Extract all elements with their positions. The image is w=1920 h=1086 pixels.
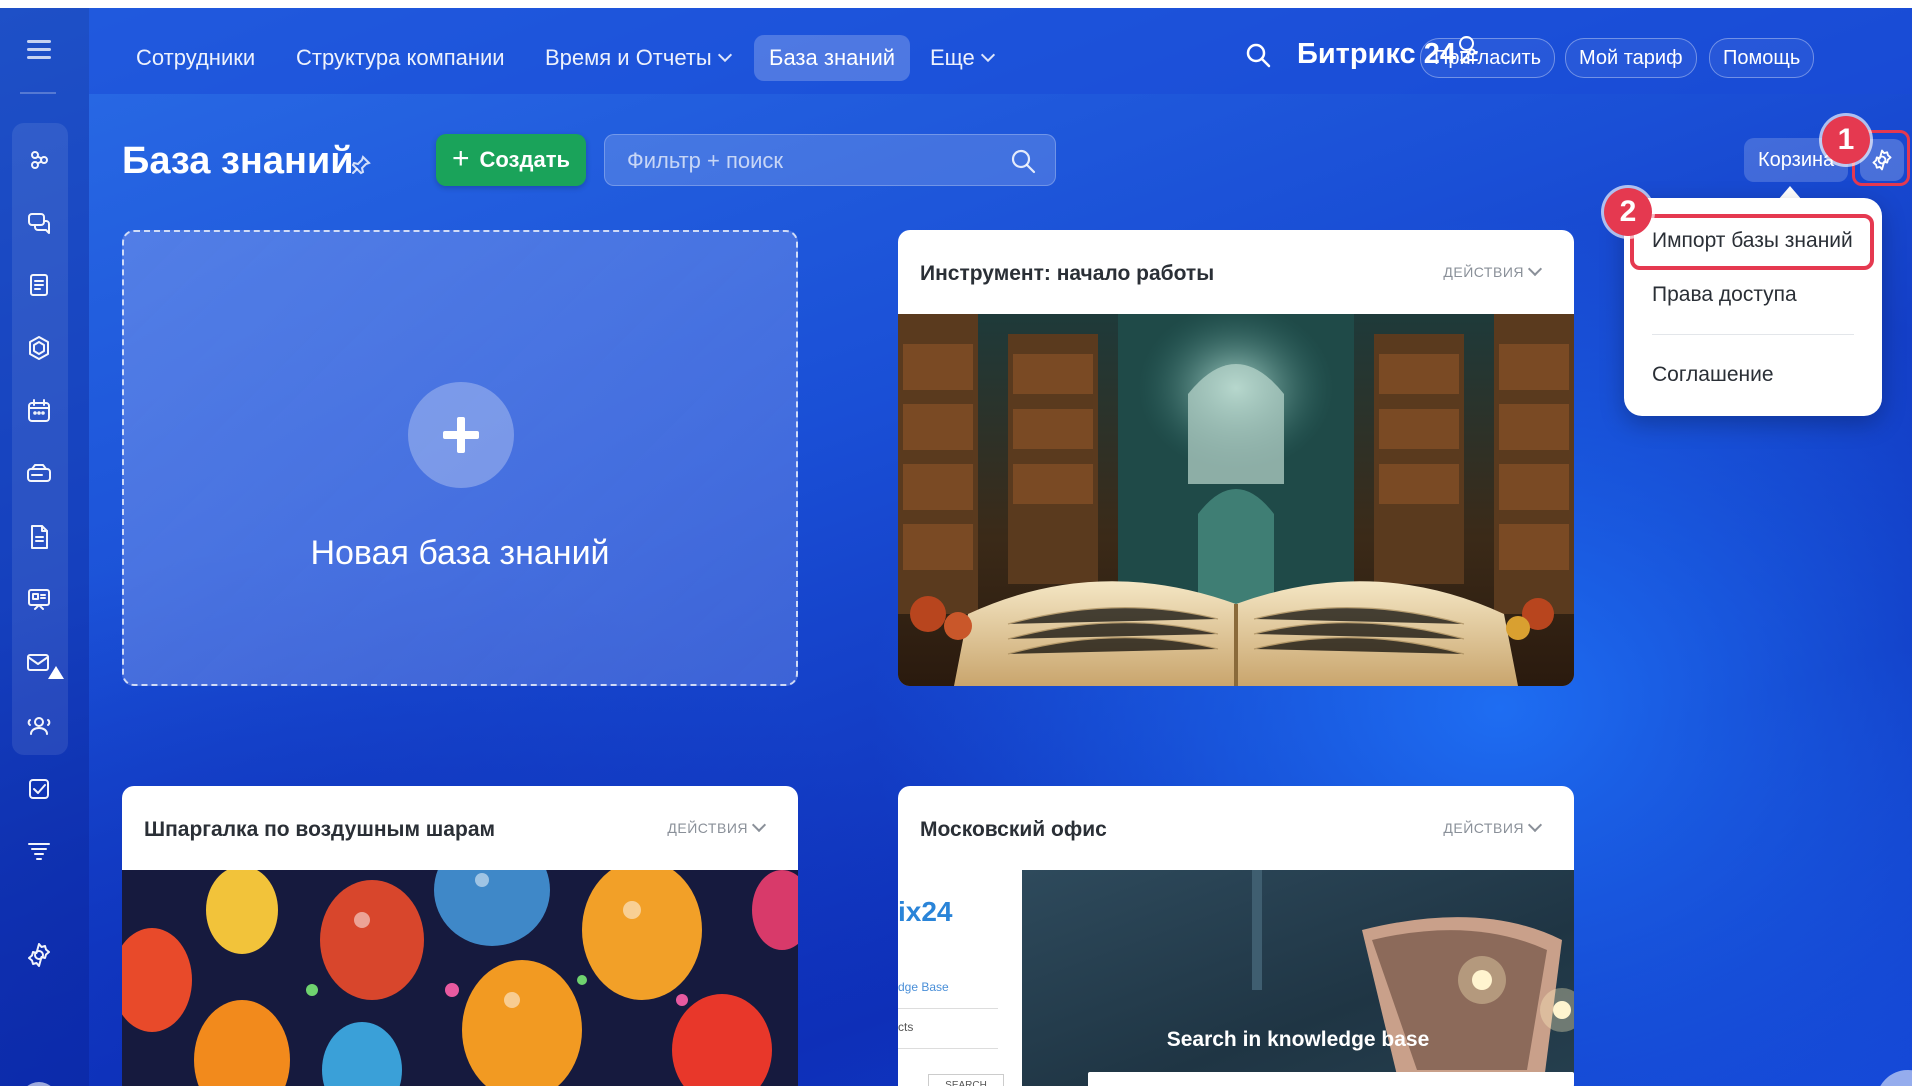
hexagon-icon[interactable] [20,329,58,367]
contacts-icon[interactable] [20,707,58,745]
new-knowledge-base-label: Новая база знаний [310,534,610,572]
kb-card-title: Инструмент: начало работы [920,262,1215,285]
chevron-down-icon [1527,261,1543,277]
create-button[interactable]: + Создать [436,134,586,186]
office-search-bar [1088,1072,1574,1086]
pin-icon[interactable] [350,154,372,181]
trash-label: Корзина [1758,149,1835,171]
search-icon[interactable] [1009,147,1037,180]
kb-card-balloons-cheatsheet[interactable]: Шпаргалка по воздушным шарам ДЕЙСТВИЯ [122,786,798,1086]
nav-employees-label: Сотрудники [136,45,256,70]
balloons-cover-image [122,834,798,1086]
drive-icon[interactable] [20,455,58,493]
my-tariff-button[interactable]: Мой тариф [1565,38,1697,78]
kb-card-title: Шпаргалка по воздушным шарам [144,818,496,841]
menu-icon[interactable] [27,40,51,60]
office-logo: ix24 [898,896,953,927]
search-icon[interactable] [1244,41,1272,74]
nav-knowledge-base[interactable]: База знаний [754,35,911,81]
office-kb-link: dge Base [898,980,949,994]
nav-more[interactable]: Еще [930,35,995,81]
actions-label: ДЕЙСТВИЯ [1443,820,1524,836]
sites-icon[interactable] [20,581,58,619]
sidebar-divider [20,92,56,94]
menu-divider [1652,334,1854,335]
step-badge-2: 2 [1604,188,1652,236]
messenger-icon[interactable] [20,203,58,241]
plus-icon: + [451,141,470,175]
kb-card-header: Московский офис ДЕЙСТВИЯ [898,786,1574,870]
kb-card-actions[interactable]: ДЕЙСТВИЯ [1443,817,1543,836]
chat-widget-button[interactable] [1876,1070,1912,1086]
step-badge-1: 1 [1822,116,1870,164]
invite-label: Пригласить [1434,47,1542,69]
menu-item-access-rights[interactable]: Права доступа [1652,283,1797,307]
office-sidebar-preview: ix24 dge Base cts SEARCH [898,870,1022,1086]
left-sidebar [0,8,89,1086]
news-icon[interactable] [20,266,58,304]
office-divider [898,1008,998,1009]
funnel-icon[interactable] [20,833,58,871]
office-photo: Search in knowledge base [1022,870,1574,1086]
office-mini-search: SEARCH [928,1074,1004,1086]
nav-time-reports[interactable]: Время и Отчеты [545,35,732,81]
nav-company-structure[interactable]: Структура компании [296,35,505,81]
actions-label: ДЕЙСТВИЯ [667,820,748,836]
kb-card-moscow-office[interactable]: Московский офис ДЕЙСТВИЯ ix24 dge Base c… [898,786,1574,1086]
help-label: Помощь [1723,47,1801,69]
new-knowledge-base-card[interactable]: Новая база знаний [122,230,798,686]
document-icon[interactable] [20,518,58,556]
menu-item-agreement[interactable]: Соглашение [1652,363,1774,387]
create-label: Создать [479,147,570,172]
invite-button[interactable]: Пригласить [1420,38,1556,78]
chevron-down-icon [751,817,767,833]
help-button[interactable]: Помощь [1709,38,1815,78]
plus-icon [408,382,514,488]
office-search-title: Search in knowledge base [1166,1028,1430,1051]
kb-card-header: Инструмент: начало работы ДЕЙСТВИЯ [898,230,1574,314]
app-window: Сотрудники Структура компании Время и От… [0,8,1912,1086]
import-highlight-frame [1630,214,1874,270]
kb-card-actions[interactable]: ДЕЙСТВИЯ [1443,261,1543,280]
nav-employees[interactable]: Сотрудники [136,35,255,81]
my-tariff-label: Мой тариф [1579,47,1683,69]
nav-time-reports-label: Время и Отчеты [545,45,712,70]
filter-search-input[interactable] [625,135,989,187]
tasks-icon[interactable] [20,770,58,808]
kb-card-title: Московский офис [920,818,1107,841]
warning-icon [48,666,64,679]
office-cover-image: ix24 dge Base cts SEARCH Search in knowl… [898,870,1574,1086]
feed-icon[interactable] [20,140,58,178]
library-cover-image [898,304,1574,686]
calendar-icon[interactable] [20,392,58,430]
nav-knowledge-base-label: База знаний [769,45,896,70]
chevron-down-icon [1527,817,1543,833]
nav-company-structure-label: Структура компании [296,45,505,70]
settings-icon[interactable] [20,936,58,974]
kb-card-tool-start[interactable]: Инструмент: начало работы ДЕЙСТВИЯ [898,230,1574,686]
filter-search[interactable] [604,134,1056,187]
kb-card-actions[interactable]: ДЕЙСТВИЯ [667,817,767,836]
chevron-down-icon [980,47,995,63]
office-cts-text: cts [898,1020,914,1034]
top-navigation-bar: Сотрудники Структура компании Время и От… [89,8,1912,94]
kb-card-header: Шпаргалка по воздушным шарам ДЕЙСТВИЯ [122,786,798,870]
chevron-down-icon [717,47,732,63]
office-divider [898,1048,998,1049]
actions-label: ДЕЙСТВИЯ [1443,264,1524,280]
nav-more-label: Еще [930,45,975,70]
page-title: База знаний [122,140,354,182]
